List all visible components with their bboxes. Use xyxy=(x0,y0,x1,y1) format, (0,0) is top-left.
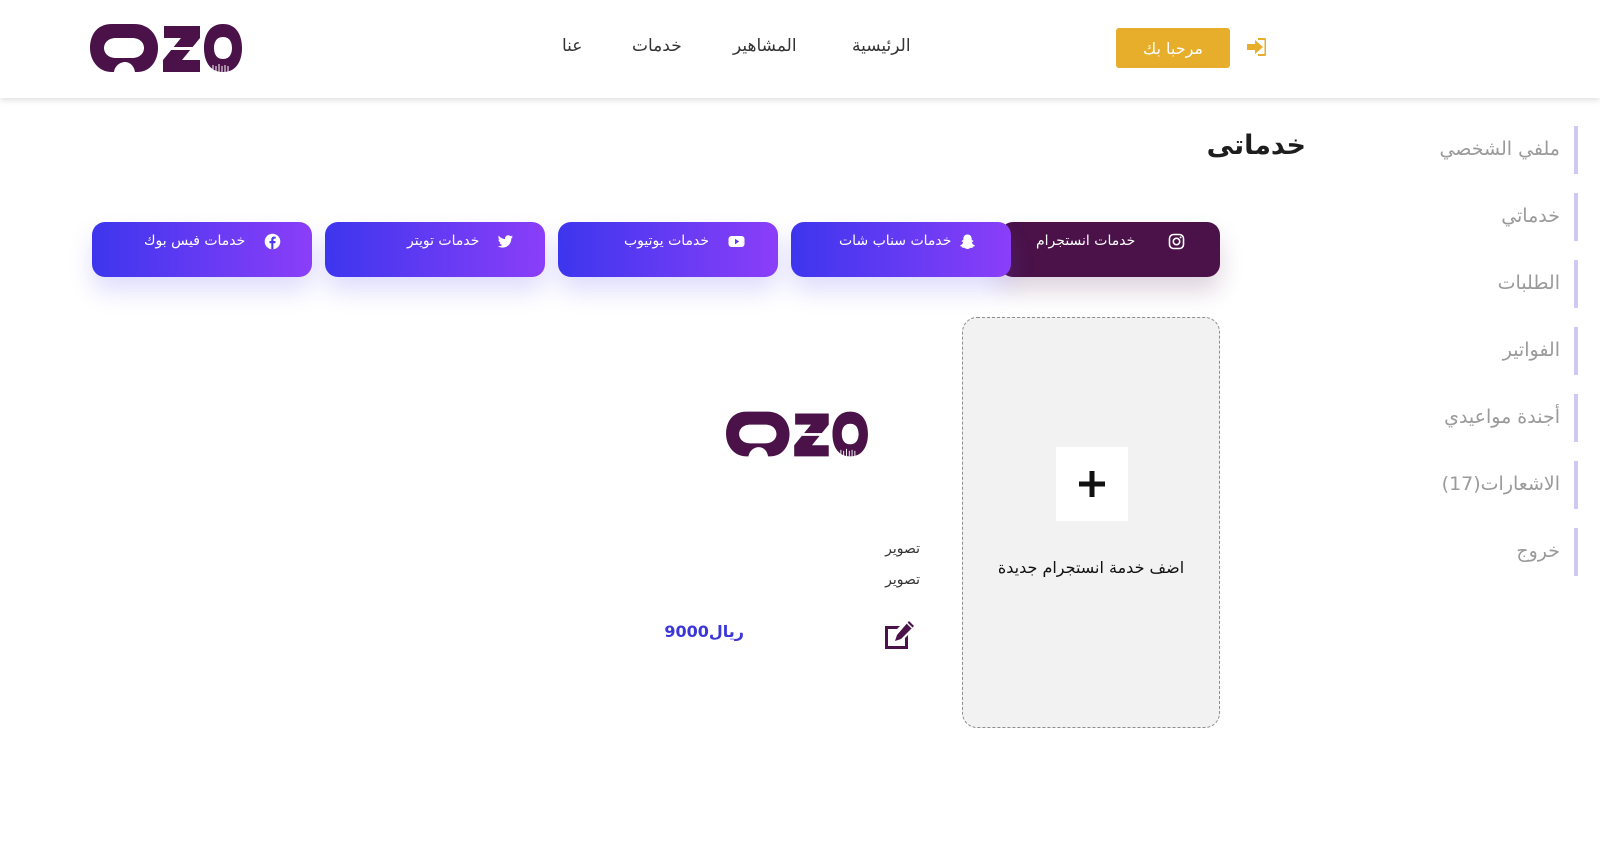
sidebar-item-orders[interactable]: الطلبات xyxy=(1400,260,1578,308)
sidebar-item-appointments[interactable]: أجندة مواعيدي xyxy=(1400,394,1578,442)
sidebar-item-invoices[interactable]: الفواتير xyxy=(1400,327,1578,375)
instagram-icon xyxy=(1168,233,1185,250)
tab-youtube[interactable]: خدمات يوتيوب xyxy=(558,222,778,277)
sidebar-item-my-services[interactable]: خدماتي xyxy=(1400,193,1578,241)
nav-link-home[interactable]: الرئيسية xyxy=(852,36,911,56)
ozo-logo[interactable] xyxy=(88,18,244,78)
sidebar-item-notifications[interactable]: الاشعارات(17) xyxy=(1400,461,1578,509)
twitter-icon xyxy=(497,235,513,248)
tab-label: خدمات فيس بوك xyxy=(144,233,246,249)
nav-link-celebrities[interactable]: المشاهير xyxy=(733,36,797,56)
plus-icon xyxy=(1079,471,1105,497)
tab-label: خدمات انستجرام xyxy=(1036,233,1136,249)
nav-link-services[interactable]: خدمات xyxy=(632,36,682,56)
sidebar-item-profile[interactable]: ملفي الشخصي xyxy=(1400,126,1578,174)
snapchat-icon xyxy=(960,234,975,249)
sidebar-item-label: أجندة مواعيدي xyxy=(1444,406,1560,428)
tab-twitter[interactable]: خدمات تويتر xyxy=(325,222,545,277)
sidebar-item-label: الاشعارات(17) xyxy=(1441,473,1560,495)
service-price: 9000ريال xyxy=(664,622,744,641)
nav-link-about[interactable]: عنا xyxy=(562,36,582,56)
tab-label: خدمات يوتيوب xyxy=(624,233,710,249)
sign-out-icon[interactable] xyxy=(1246,38,1266,56)
sidebar-item-logout[interactable]: خروج xyxy=(1400,528,1578,576)
tab-facebook[interactable]: خدمات فيس بوك xyxy=(92,222,312,277)
sidebar-item-label: الفواتير xyxy=(1502,339,1560,361)
service-description: تصوير xyxy=(885,572,920,588)
youtube-icon xyxy=(728,236,745,247)
facebook-icon xyxy=(264,233,281,250)
sidebar-item-label: الطلبات xyxy=(1497,272,1560,294)
edit-icon[interactable] xyxy=(882,620,916,650)
page-title: خدماتى xyxy=(1206,130,1306,161)
sidebar-item-label: ملفي الشخصي xyxy=(1439,138,1560,160)
add-service-label: اضف خدمة انستجرام جديدة xyxy=(997,558,1185,577)
tab-snapchat[interactable]: خدمات سناب شات xyxy=(791,222,1011,277)
service-title: تصوير xyxy=(885,541,920,557)
service-image xyxy=(726,411,868,459)
welcome-button[interactable]: مرحبا بك xyxy=(1116,28,1230,68)
top-header: الرئيسية المشاهير خدمات عنا مرحبا بك xyxy=(0,0,1600,98)
tab-label: خدمات سناب شات xyxy=(839,233,952,249)
tab-instagram[interactable]: خدمات انستجرام xyxy=(1000,222,1220,277)
tab-label: خدمات تويتر xyxy=(407,233,480,249)
sidebar-item-label: خروج xyxy=(1516,540,1560,562)
add-service-button[interactable] xyxy=(1056,447,1128,521)
add-service-card[interactable]: اضف خدمة انستجرام جديدة xyxy=(962,317,1220,728)
sidebar-item-label: خدماتي xyxy=(1501,205,1560,227)
